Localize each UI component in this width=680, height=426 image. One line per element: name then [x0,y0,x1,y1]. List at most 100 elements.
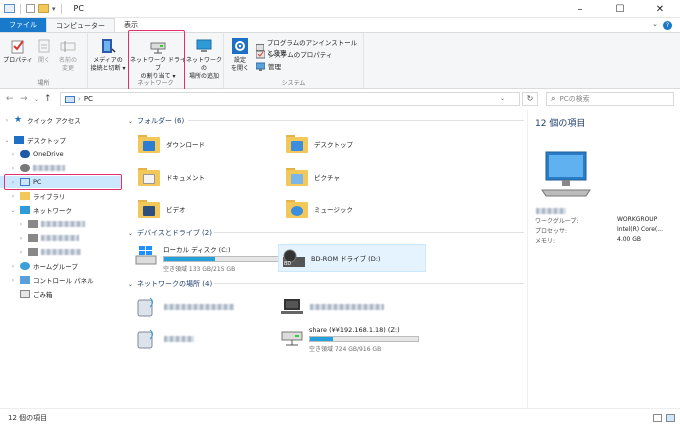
detail-processor: プロセッサ: Intel(R) Core(... [535,226,663,235]
rename-button[interactable]: 名前の 変更 [50,37,86,73]
address-input[interactable]: › PC ⌄ [60,92,520,106]
section-folders[interactable]: ⌄ フォルダー (6) [128,116,184,126]
computer-icon [28,220,38,228]
detail-memory: メモリ: 4.00 GB [535,236,642,245]
documents-folder-icon [138,168,160,186]
new-folder-qa-icon[interactable] [38,4,49,13]
details-pane: 12 個の項目 ワークグループ: WORKGROUP プロセッサ: Intel(R)… [527,110,680,408]
blurred-location [310,304,384,310]
blurred-host [41,235,79,241]
pc-highlight [4,174,122,190]
qa-dropdown-icon[interactable]: ▾ [52,5,56,13]
up-arrow-icon[interactable]: ↑ [44,94,52,104]
desktop-folder-icon [286,135,308,153]
large-icons-view-icon[interactable] [666,414,675,422]
computer-icon [28,234,38,242]
pc-icon [4,4,15,13]
bd-rom-drive-icon: BD [283,249,305,267]
library-icon [20,192,30,200]
window-title: PC [73,4,84,13]
blurred-host [41,221,85,227]
breadcrumb-separator: › [78,95,81,103]
nav-library[interactable]: › ライブラリ [0,190,122,202]
refresh-button[interactable]: ↻ [522,92,538,106]
nav-network-host-2[interactable]: › [0,232,122,244]
drive-d[interactable]: BD BD-ROM ドライブ (D:) [278,244,426,272]
network-icon [20,206,30,214]
section-network-locations[interactable]: ⌄ ネットワークの場所 (4) [128,279,212,289]
folder-videos[interactable]: ビデオ [138,200,186,218]
group-system: 設定 を開く プログラムのアンインストールと変更 システムのプロパティ 管理 シ… [224,33,364,89]
recent-dropdown-icon[interactable]: ⌄ [34,96,39,103]
nav-network[interactable]: ⌄ ネットワーク [0,204,122,216]
folder-pictures[interactable]: ピクチャ [286,168,340,186]
blurred-host [41,249,81,255]
nav-desktop[interactable]: ⌄ デスクトップ [0,134,122,146]
nav-recycle-bin[interactable]: ごみ箱 [0,288,122,300]
open-settings-button[interactable]: 設定 を開く [224,37,256,73]
control-panel-icon [20,276,30,284]
homegroup-icon [20,262,30,270]
manage-button[interactable]: 管理 [256,61,281,71]
music-folder-icon [286,200,308,218]
navigation-pane: › ★ クイック アクセス ⌄ デスクトップ › OneDrive › › PC… [0,110,122,408]
pc-icon [65,95,75,103]
star-icon: ★ [14,115,23,125]
media-connect-button[interactable]: メディアの 接続と切断 ▾ [90,37,126,73]
laptop-icon [281,299,303,314]
item-count: 12 個の項目 [8,413,48,422]
settings-gear-icon [232,38,248,54]
network-location-1[interactable] [134,296,234,318]
nav-network-host-3[interactable]: › [0,246,122,258]
search-input[interactable]: ⌕ PCの検索 [546,92,674,106]
user-icon [20,164,30,172]
nav-homegroup[interactable]: › ホームグループ [0,260,122,272]
forward-arrow-icon[interactable]: → [20,94,28,104]
downloads-folder-icon [138,135,160,153]
blurred-username [33,165,65,171]
content-pane: ⌄ フォルダー (6) ダウンロード デスクトップ ドキュメント ピクチャ ビデオ… [122,110,527,408]
minimize-button[interactable]: – [560,0,600,18]
folder-desktop[interactable]: デスクトップ [286,135,353,153]
network-location-3[interactable] [134,328,194,350]
map-drive-highlight [128,30,185,91]
system-properties-button[interactable]: システムのプロパティ [256,49,332,59]
tab-file[interactable]: ファイル [0,18,46,32]
collapse-ribbon-icon[interactable]: ⌄ [652,20,658,28]
properties-qa-icon[interactable] [26,4,35,13]
drive-c[interactable]: ローカル ディスク (C:) 空き領域 133 GB/215 GB [134,244,299,273]
add-network-location-button[interactable]: ネットワークの 場所の追加 [184,37,224,81]
folder-documents[interactable]: ドキュメント [138,168,205,186]
network-location-2[interactable] [280,296,384,318]
pc-large-icon [541,151,591,197]
nav-control-panel[interactable]: › コントロール パネル [0,274,122,286]
network-device-icon [137,297,153,317]
videos-folder-icon [138,200,160,218]
nav-onedrive[interactable]: › OneDrive [0,148,122,160]
cloud-icon [20,150,30,158]
tab-computer[interactable]: コンピューター [46,18,115,32]
close-button[interactable]: ✕ [640,0,680,18]
section-devices[interactable]: ⌄ デバイスとドライブ (2) [128,228,212,238]
nav-user[interactable]: › [0,162,122,174]
help-icon[interactable]: ? [663,21,672,30]
search-icon: ⌕ [551,94,556,103]
address-dropdown-icon[interactable]: ⌄ [500,95,505,102]
computer-icon [28,248,38,256]
folder-music[interactable]: ミュージック [286,200,353,218]
back-arrow-icon[interactable]: ← [6,94,14,104]
nav-quick-access[interactable]: › ★ クイック アクセス [0,114,122,126]
maximize-button[interactable]: ☐ [600,0,640,18]
network-share-z[interactable]: share (¥¥192.168.1.18) (Z:) 空き領域 724 GB/… [280,326,419,353]
nav-network-host-1[interactable]: › [0,218,122,230]
svg-text:BD: BD [284,261,291,267]
details-view-icon[interactable] [653,414,662,422]
ribbon-tabs: ファイル コンピューター 表示 ⌄ ? [0,18,680,32]
blurred-location [164,336,194,342]
folder-downloads[interactable]: ダウンロード [138,135,205,153]
breadcrumb-pc[interactable]: PC [84,95,93,103]
group-location: プロパティ 開く 名前の 変更 場所 [0,33,88,89]
details-title: 12 個の項目 [535,119,586,129]
desktop-icon [14,136,24,144]
recycle-bin-icon [20,290,30,298]
